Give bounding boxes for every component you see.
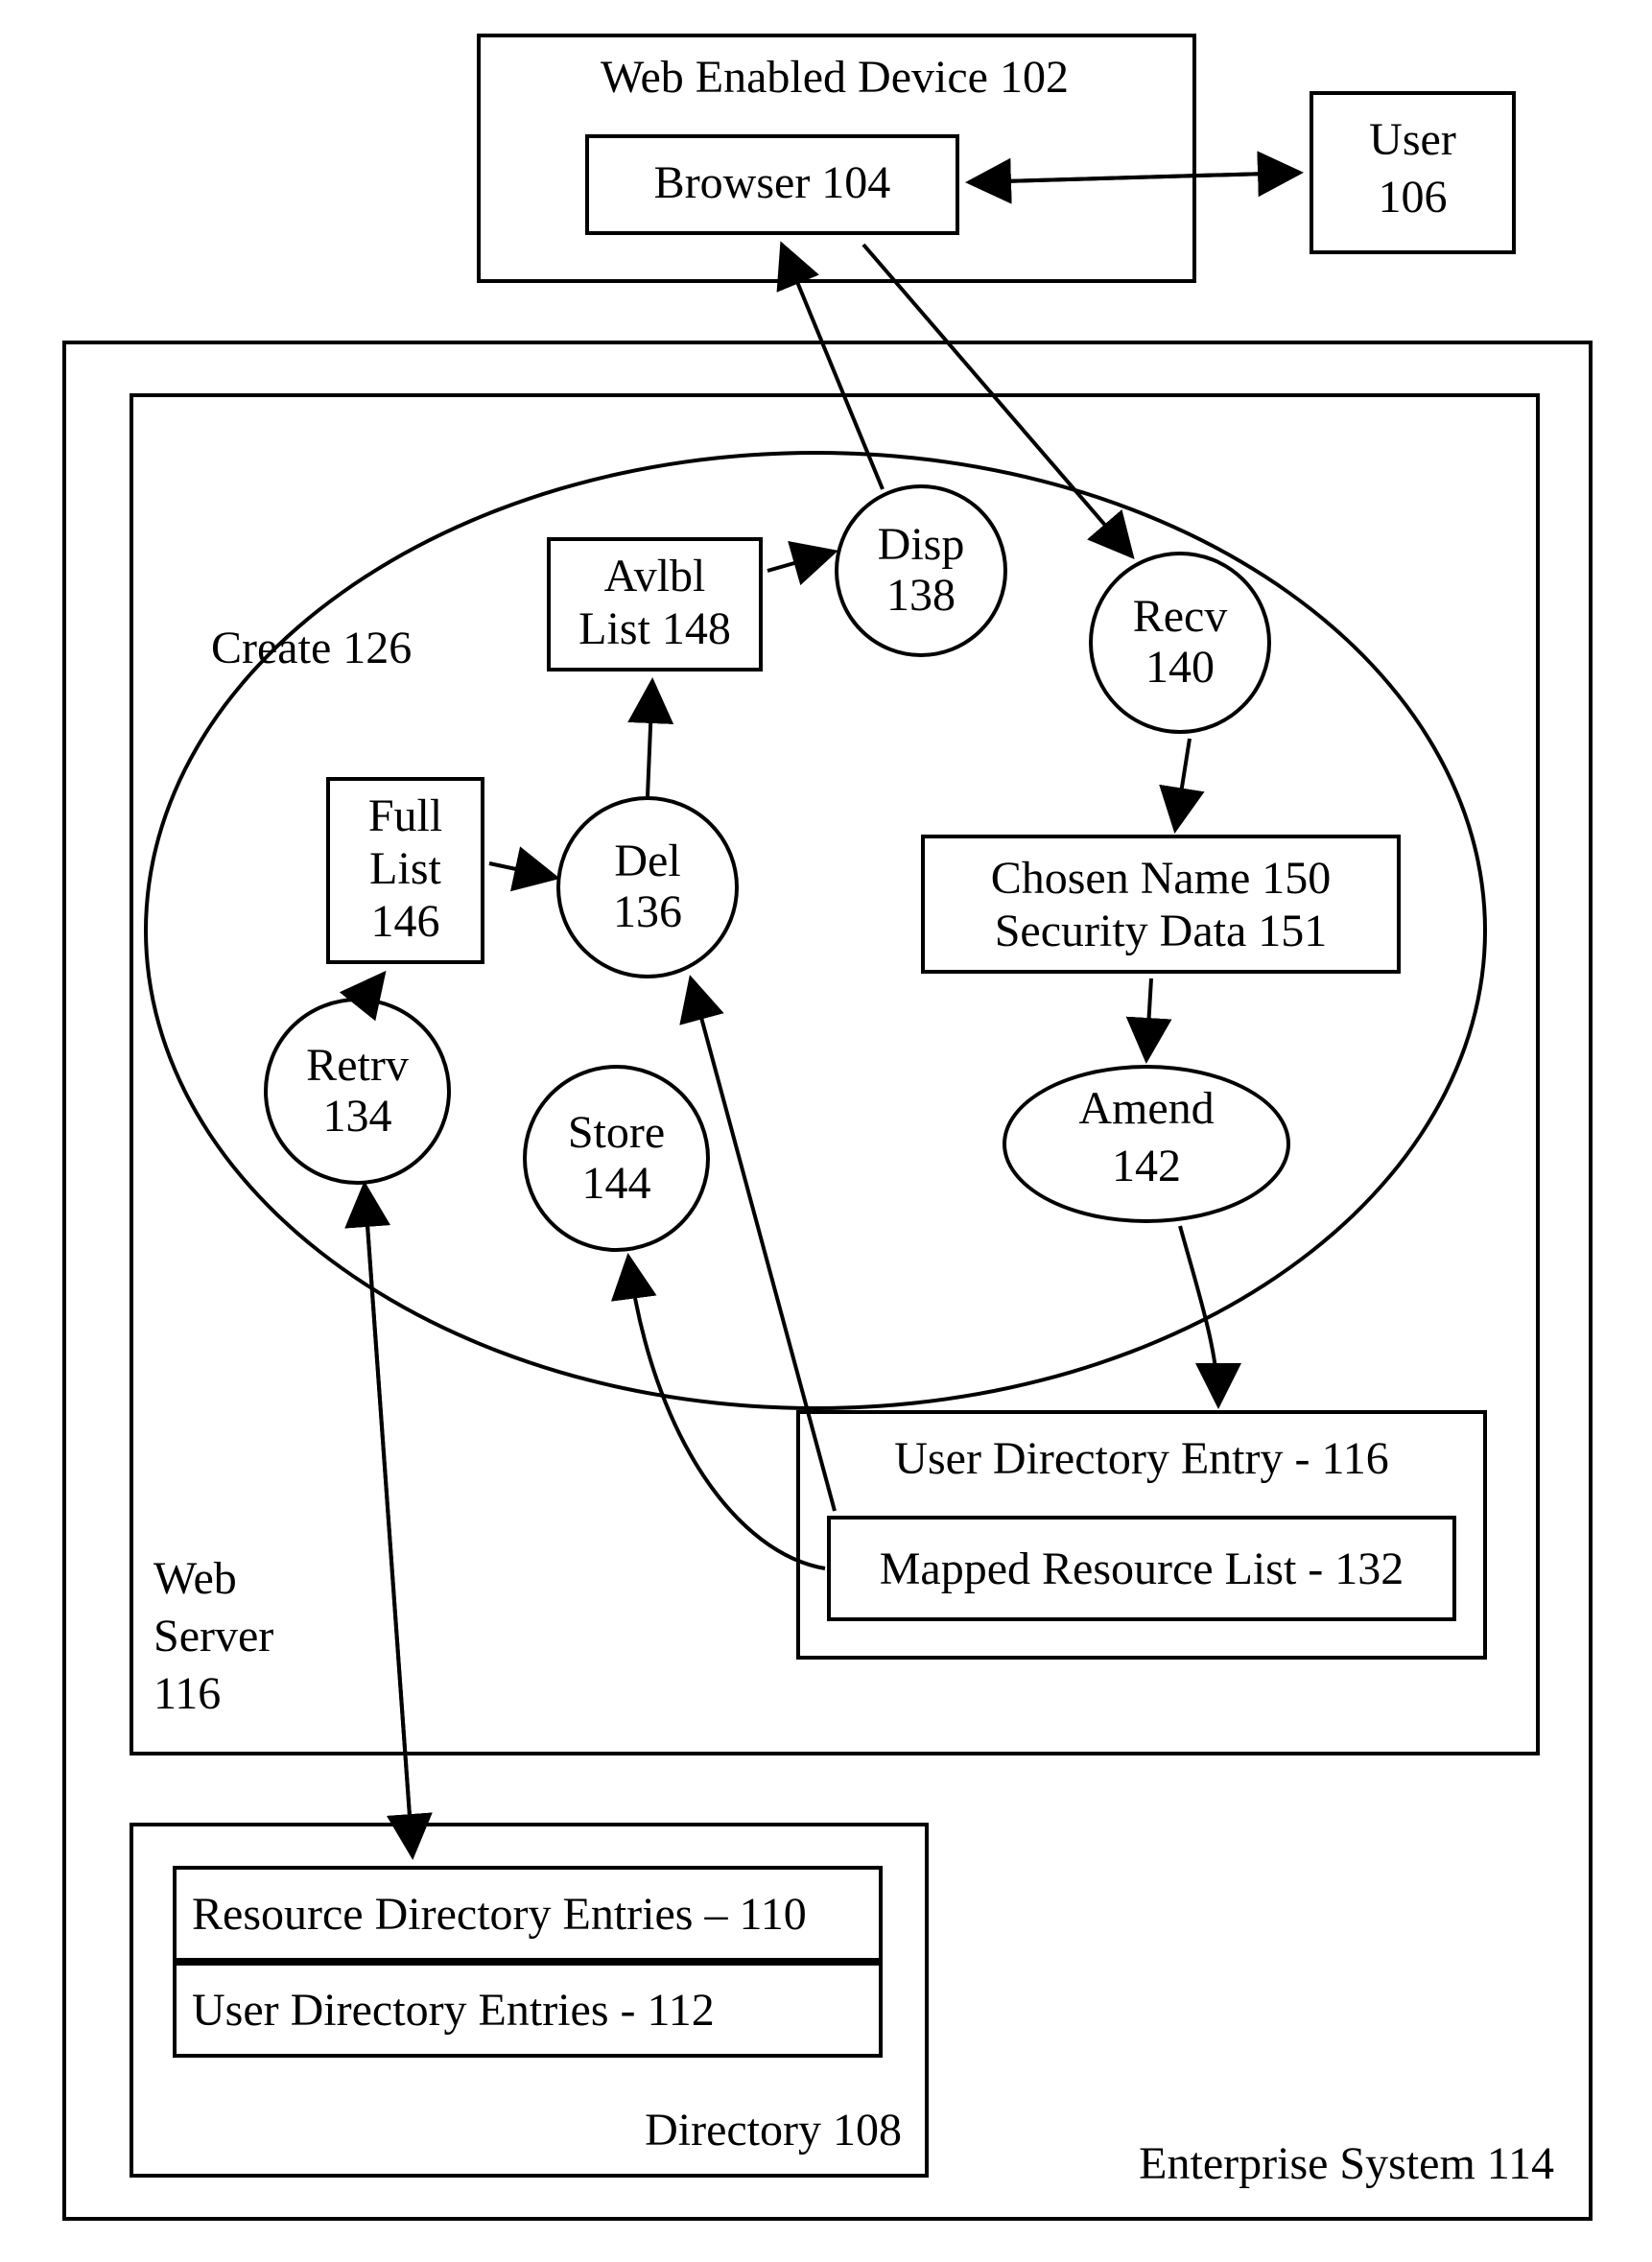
recv-node: Recv 140 xyxy=(1089,552,1271,734)
avlbl-list-l2: List 148 xyxy=(547,604,763,655)
browser-label: Browser 104 xyxy=(585,158,959,209)
store-node: Store 144 xyxy=(523,1065,710,1252)
full-list-l1: Full xyxy=(326,791,484,842)
chosen-l1: Chosen Name 150 xyxy=(921,854,1401,905)
create-label: Create 126 xyxy=(211,624,460,674)
retrv-l1: Retrv xyxy=(306,1041,409,1092)
directory-title: Directory 108 xyxy=(576,2106,902,2156)
chosen-l2: Security Data 151 xyxy=(921,907,1401,957)
disp-l2: 138 xyxy=(878,571,965,622)
full-list-l2: List xyxy=(326,844,484,895)
user-directory-entries-label: User Directory Entries - 112 xyxy=(192,1986,863,2037)
amend-l1: Amend xyxy=(1003,1084,1290,1135)
retrv-l2: 134 xyxy=(306,1092,409,1143)
del-node: Del 136 xyxy=(556,796,739,978)
web-server-label-3: 116 xyxy=(153,1669,345,1720)
user-label-1: User xyxy=(1310,115,1516,166)
disp-node: Disp 138 xyxy=(835,484,1007,657)
amend-l2: 142 xyxy=(1003,1142,1290,1192)
avlbl-list-l1: Avlbl xyxy=(547,552,763,602)
del-l1: Del xyxy=(613,836,682,887)
recv-l1: Recv xyxy=(1133,592,1228,643)
full-list-l3: 146 xyxy=(326,897,484,948)
enterprise-system-label: Enterprise System 114 xyxy=(1055,2139,1554,2190)
resource-directory-entries-label: Resource Directory Entries – 110 xyxy=(192,1890,863,1941)
recv-l2: 140 xyxy=(1133,643,1228,694)
mapped-resource-list-label: Mapped Resource List - 132 xyxy=(827,1544,1456,1595)
web-server-label-2: Server xyxy=(153,1612,345,1662)
disp-l1: Disp xyxy=(878,520,965,571)
web-enabled-device-title: Web Enabled Device 102 xyxy=(499,53,1170,104)
user-directory-entry-title: User Directory Entry - 116 xyxy=(815,1434,1468,1485)
user-label-2: 106 xyxy=(1310,173,1516,224)
del-l2: 136 xyxy=(613,887,682,938)
store-l1: Store xyxy=(568,1108,665,1159)
store-l2: 144 xyxy=(568,1159,665,1210)
retrv-node: Retrv 134 xyxy=(264,998,451,1185)
web-server-label-1: Web xyxy=(153,1554,345,1605)
